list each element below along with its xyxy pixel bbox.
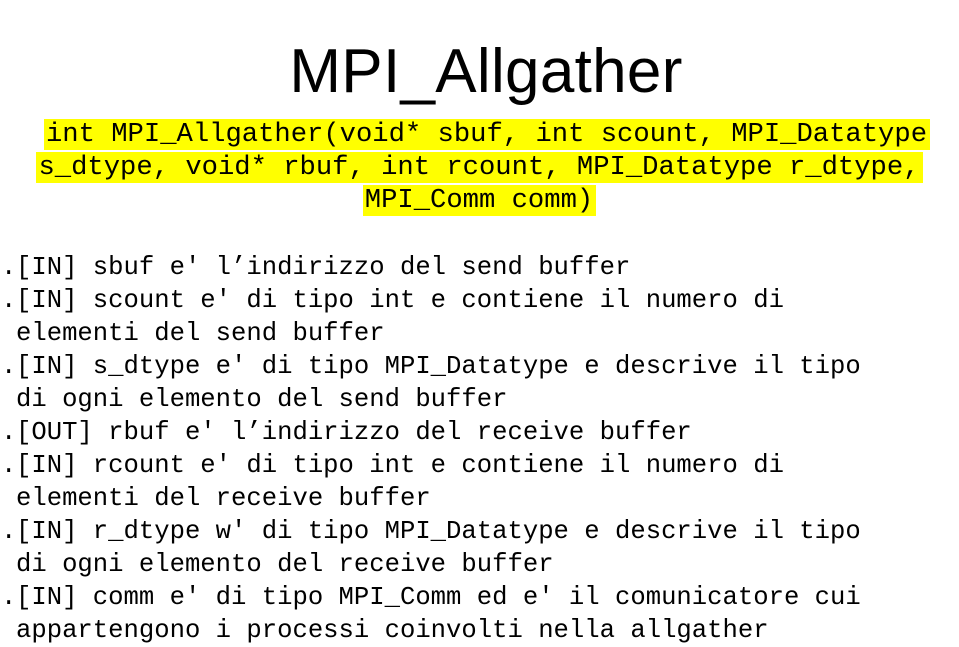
- parameter-text: [OUT] rbuf e' l’indirizzo del receive bu…: [16, 418, 692, 447]
- parameter-item-rcount: . [IN] rcount e' di tipo int e contiene …: [0, 449, 959, 515]
- bullet-icon: .: [1, 286, 17, 315]
- parameter-text: [IN] r_dtype w' di tipo MPI_Datatype e d…: [16, 517, 861, 546]
- parameter-text: elementi del receive buffer: [16, 484, 431, 513]
- parameter-text: [IN] s_dtype e' di tipo MPI_Datatype e d…: [16, 352, 861, 381]
- signature-line: int MPI_Allgather(void* sbuf, int scount…: [0, 118, 959, 151]
- parameter-text: elementi del send buffer: [16, 319, 385, 348]
- slide-title: MPI_Allgather: [289, 36, 683, 106]
- signature-line: s_dtype, void* rbuf, int rcount, MPI_Dat…: [0, 151, 959, 184]
- parameter-item-sbuf: . [IN] sbuf e' l’indirizzo del send buff…: [0, 251, 959, 284]
- bullet-icon: .: [1, 517, 17, 546]
- signature-highlight: MPI_Comm comm): [362, 185, 597, 216]
- signature-line: MPI_Comm comm): [0, 184, 959, 217]
- parameter-text: di ogni elemento del send buffer: [16, 385, 508, 414]
- signature-highlight: int MPI_Allgather(void* sbuf, int scount…: [43, 119, 931, 150]
- parameter-item-s-dtype: . [IN] s_dtype e' di tipo MPI_Datatype e…: [0, 350, 959, 416]
- parameter-text: [IN] comm e' di tipo MPI_Comm ed e' il c…: [16, 583, 861, 612]
- bullet-icon: .: [1, 352, 17, 381]
- bullet-icon: .: [1, 253, 17, 282]
- bullet-icon: .: [1, 418, 17, 447]
- parameter-text: appartengono i processi coinvolti nella …: [16, 616, 769, 645]
- parameter-item-comm: . [IN] comm e' di tipo MPI_Comm ed e' il…: [0, 581, 959, 647]
- parameter-text: [IN] scount e' di tipo int e contiene il…: [16, 286, 784, 315]
- parameter-item-scount: . [IN] scount e' di tipo int e contiene …: [0, 284, 959, 350]
- function-signature: int MPI_Allgather(void* sbuf, int scount…: [0, 118, 959, 217]
- signature-highlight: s_dtype, void* rbuf, int rcount, MPI_Dat…: [36, 152, 923, 183]
- parameter-text: [IN] rcount e' di tipo int e contiene il…: [16, 451, 784, 480]
- parameter-text: di ogni elemento del receive buffer: [16, 550, 554, 579]
- bullet-icon: .: [1, 451, 17, 480]
- bullet-icon: .: [1, 583, 17, 612]
- parameter-text: [IN] sbuf e' l’indirizzo del send buffer: [16, 253, 631, 282]
- parameter-list: . [IN] sbuf e' l’indirizzo del send buff…: [0, 251, 959, 647]
- parameter-item-r-dtype: . [IN] r_dtype w' di tipo MPI_Datatype e…: [0, 515, 959, 581]
- parameter-item-rbuf: . [OUT] rbuf e' l’indirizzo del receive …: [0, 416, 959, 449]
